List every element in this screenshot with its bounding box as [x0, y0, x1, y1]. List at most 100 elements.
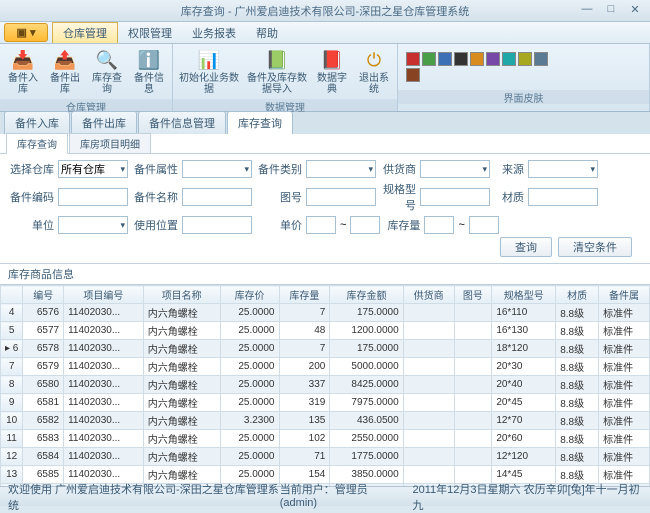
ribbon-btn-0-3[interactable]: ℹ️备件信息 [128, 46, 170, 97]
grid-title: 库存商品信息 [0, 264, 650, 284]
clear-button[interactable]: 清空条件 [558, 237, 632, 257]
label-warehouse: 选择仓库 [8, 161, 54, 177]
input-location[interactable] [182, 216, 252, 234]
input-material[interactable] [528, 188, 598, 206]
col-header-1[interactable]: 编号 [23, 286, 64, 304]
document-tabs: 备件入库备件出库备件信息管理库存查询 [0, 112, 650, 134]
close-icon[interactable]: ✕ [624, 2, 646, 16]
menu-2[interactable]: 业务报表 [182, 22, 246, 43]
ribbon-icon: 📊 [197, 48, 221, 72]
ribbon-group-1: 📊初始化业务数据📗备件及库存数据导入📕数据字典⏻退出系统数据管理 [173, 44, 398, 111]
input-price-to[interactable] [350, 216, 380, 234]
label-category: 备件类别 [256, 161, 302, 177]
sub-tab-1[interactable]: 库房项目明细 [69, 133, 151, 153]
select-source[interactable] [528, 160, 598, 178]
skin-swatch-1[interactable] [422, 52, 436, 66]
doc-tab-2[interactable]: 备件信息管理 [138, 111, 226, 134]
col-header-10[interactable]: 材质 [556, 286, 599, 304]
table-row[interactable]: 7657911402030...内六角螺栓25.00002005000.0000… [1, 358, 650, 376]
col-header-11[interactable]: 备件属 [599, 286, 650, 304]
ribbon-label: 备件入库 [4, 73, 42, 95]
label-location: 使用位置 [132, 217, 178, 233]
sub-tabs: 库存查询库房项目明细 [0, 134, 650, 154]
input-price-from[interactable] [306, 216, 336, 234]
doc-tab-0[interactable]: 备件入库 [4, 111, 70, 134]
ribbon-group-0: 📥备件入库📤备件出库🔍库存查询ℹ️备件信息仓库管理 [0, 44, 173, 111]
table-row[interactable]: ▸ 6657811402030...内六角螺栓25.00007175.00001… [1, 340, 650, 358]
ribbon-icon: 📗 [265, 48, 289, 72]
ribbon-label: 初始化业务数据 [177, 73, 241, 95]
input-drawing[interactable] [306, 188, 376, 206]
ribbon-label: 库存查询 [88, 73, 126, 95]
skin-swatch-2[interactable] [438, 52, 452, 66]
col-header-3[interactable]: 项目名称 [143, 286, 220, 304]
skin-swatch-7[interactable] [518, 52, 532, 66]
statusbar: 欢迎使用 广州爱启迪技术有限公司-深田之星仓库管理系统 当前用户：管理员(adm… [0, 486, 650, 506]
label-attr: 备件属性 [132, 161, 178, 177]
col-header-5[interactable]: 库存量 [279, 286, 330, 304]
query-button[interactable]: 查询 [500, 237, 552, 257]
table-row[interactable]: 11658311402030...内六角螺栓25.00001022550.000… [1, 430, 650, 448]
doc-tab-1[interactable]: 备件出库 [71, 111, 137, 134]
maximize-icon[interactable]: □ [600, 2, 622, 16]
ribbon-btn-1-2[interactable]: 📕数据字典 [311, 46, 353, 97]
skin-swatch-9[interactable] [406, 68, 420, 82]
table-row[interactable]: 5657711402030...内六角螺栓25.0000481200.00001… [1, 322, 650, 340]
skin-swatch-3[interactable] [454, 52, 468, 66]
input-stock-from[interactable] [424, 216, 454, 234]
ribbon-icon: ⏻ [362, 48, 386, 72]
col-header-8[interactable]: 图号 [454, 286, 492, 304]
ribbon-btn-1-1[interactable]: 📗备件及库存数据导入 [243, 46, 311, 97]
ribbon-icon: 📤 [53, 48, 77, 72]
ribbon: 📥备件入库📤备件出库🔍库存查询ℹ️备件信息仓库管理📊初始化业务数据📗备件及库存数… [0, 44, 650, 112]
select-unit[interactable] [58, 216, 128, 234]
minimize-icon[interactable]: — [576, 2, 598, 16]
menu-1[interactable]: 权限管理 [118, 22, 182, 43]
titlebar: 库存查询 - 广州爱启迪技术有限公司-深田之星仓库管理系统 — □ ✕ [0, 0, 650, 22]
filter-panel: 选择仓库 所有仓库 备件属性 备件类别 供货商 来源 备件编码 备件名称 图号 … [0, 154, 650, 264]
col-header-9[interactable]: 规格型号 [492, 286, 556, 304]
col-header-0[interactable] [1, 286, 23, 304]
table-row[interactable]: 4657611402030...内六角螺栓25.00007175.000016*… [1, 304, 650, 322]
ribbon-btn-0-2[interactable]: 🔍库存查询 [86, 46, 128, 97]
skin-swatch-6[interactable] [502, 52, 516, 66]
label-material: 材质 [494, 189, 524, 205]
col-header-4[interactable]: 库存价 [220, 286, 279, 304]
skin-swatch-5[interactable] [486, 52, 500, 66]
menu-0[interactable]: 仓库管理 [52, 22, 118, 43]
ribbon-btn-1-0[interactable]: 📊初始化业务数据 [175, 46, 243, 97]
col-header-7[interactable]: 供货商 [403, 286, 454, 304]
ribbon-label: 备件出库 [46, 73, 84, 95]
select-supplier[interactable] [420, 160, 490, 178]
ribbon-label: 备件及库存数据导入 [245, 73, 309, 95]
input-stock-to[interactable] [469, 216, 499, 234]
sub-tab-0[interactable]: 库存查询 [6, 133, 68, 154]
input-code[interactable] [58, 188, 128, 206]
input-spec[interactable] [420, 188, 490, 206]
table-row[interactable]: 9658111402030...内六角螺栓25.00003197975.0000… [1, 394, 650, 412]
app-button[interactable]: ▣ ▾ [4, 23, 48, 42]
menu-3[interactable]: 帮助 [246, 22, 288, 43]
col-header-6[interactable]: 库存金额 [330, 286, 403, 304]
skin-swatch-0[interactable] [406, 52, 420, 66]
ribbon-btn-0-0[interactable]: 📥备件入库 [2, 46, 44, 97]
table-row[interactable]: 12658411402030...内六角螺栓25.0000711775.0000… [1, 448, 650, 466]
table-row[interactable]: 8658011402030...内六角螺栓25.00003378425.0000… [1, 376, 650, 394]
ribbon-btn-1-3[interactable]: ⏻退出系统 [353, 46, 395, 97]
select-attr[interactable] [182, 160, 252, 178]
status-date: 2011年12月3日星期六 农历辛卯[兔]年十一月初九 [413, 481, 643, 513]
skin-swatch-8[interactable] [534, 52, 548, 66]
ribbon-group-skin: 界面皮肤 [398, 44, 650, 111]
select-category[interactable] [306, 160, 376, 178]
data-grid[interactable]: 编号项目编号项目名称库存价库存量库存金额供货商图号规格型号材质备件属465761… [0, 284, 650, 486]
ribbon-icon: ℹ️ [137, 48, 161, 72]
table-row[interactable]: 10658211402030...内六角螺栓3.2300135436.05001… [1, 412, 650, 430]
ribbon-btn-0-1[interactable]: 📤备件出库 [44, 46, 86, 97]
col-header-2[interactable]: 项目编号 [64, 286, 144, 304]
label-code: 备件编码 [8, 189, 54, 205]
label-supplier: 供货商 [380, 161, 416, 177]
input-name[interactable] [182, 188, 252, 206]
skin-swatch-4[interactable] [470, 52, 484, 66]
select-warehouse[interactable]: 所有仓库 [58, 160, 128, 178]
doc-tab-3[interactable]: 库存查询 [227, 111, 293, 134]
